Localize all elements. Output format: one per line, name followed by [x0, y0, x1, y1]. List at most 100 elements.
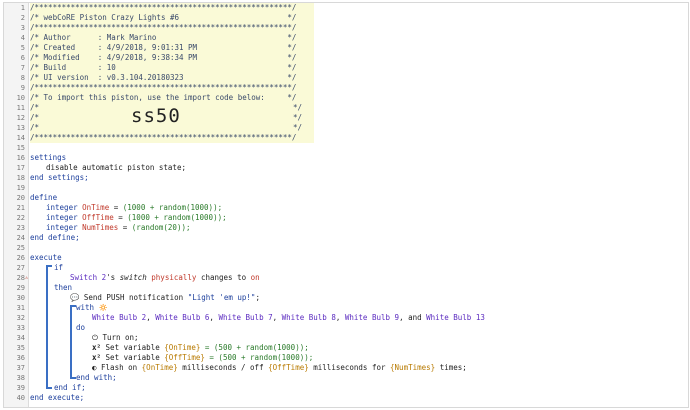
line-number: 28 [16, 274, 25, 282]
light-bulb-icon: 🔅 [98, 303, 108, 312]
code-area: /***************************************… [30, 3, 688, 407]
condition-attribute: switch [119, 273, 147, 282]
line-number: 16 [16, 154, 25, 162]
line-number: 3 [20, 24, 25, 32]
set-variable-ontime-statement[interactable]: x² Set variable {OnTime} = (500 + random… [92, 343, 309, 353]
comment-blank-left: /* [30, 103, 40, 112]
comment-rule: /***************************************… [30, 23, 297, 32]
push-text: Send PUSH notification [83, 293, 188, 302]
if-block-bracket [46, 265, 48, 389]
define-var-offtime[interactable]: integer OffTime = (1000 + random(1000)); [46, 213, 227, 223]
settings-keyword[interactable]: settings [30, 153, 66, 163]
comment-rule: /***************************************… [30, 83, 297, 92]
line-number: 15 [16, 144, 25, 152]
line-number: 20 [16, 194, 25, 202]
line-number: 13 [16, 124, 25, 132]
condition-physical: physically [151, 273, 197, 282]
settings-body[interactable]: disable automatic piston state; [46, 163, 186, 173]
set-variable-name: {OnTime} [164, 343, 201, 352]
comment-author: /* Author : Mark Marino */ [30, 33, 297, 42]
set-variable-value: = (500 + random(1000)); [200, 343, 309, 352]
define-var-ontime[interactable]: integer OnTime = (1000 + random(1000)); [46, 203, 222, 213]
line-number: 14 [16, 134, 25, 142]
condition-possessive: 's [106, 273, 120, 282]
line-number: 18 [16, 174, 25, 182]
line-number: 19 [16, 184, 25, 192]
flash-text: milliseconds for [308, 363, 391, 372]
line-number: 1 [20, 4, 25, 12]
line-number: 24 [16, 234, 25, 242]
device-separator: , and [399, 313, 427, 322]
device-separator: , [146, 313, 156, 322]
line-number: 27 [16, 264, 25, 272]
comment-ui-version: /* UI version : v0.3.104.20180323 */ [30, 73, 297, 82]
comment-build: /* Build : 10 */ [30, 63, 297, 72]
push-message: "Light 'em up!" [187, 293, 256, 302]
code-editor: 1 2 3 4 5 6 7 8 9 10 11 12 13 14 15 16 17 18 19 20 21 22 23 24 2… [3, 2, 689, 408]
flash-times-var: {NumTimes} [390, 363, 436, 372]
set-variable-offtime-statement[interactable]: x² Set variable {OffTime} = (500 + rando… [92, 353, 313, 363]
variable-icon: x² [92, 353, 102, 362]
device-name[interactable]: White Bulb 9 [345, 313, 399, 322]
set-variable-text: Set variable [105, 353, 165, 362]
variable-icon: x² [92, 343, 102, 352]
var-value: (1000 + random(1000)); [122, 203, 223, 212]
line-number: 8 [20, 74, 25, 82]
import-code[interactable]: ss50 [131, 105, 181, 127]
device-name[interactable]: White Bulb 7 [218, 313, 272, 322]
var-type: integer [46, 213, 78, 222]
device-name[interactable]: White Bulb 8 [282, 313, 336, 322]
error-marker-icon[interactable]: ⚠ [25, 273, 29, 283]
line-number: 21 [16, 204, 25, 212]
var-name: NumTimes [82, 223, 119, 232]
end-with-keyword[interactable]: end with; [76, 373, 117, 383]
push-notification-statement[interactable]: 💬 Send PUSH notification "Light 'em up!"… [70, 293, 260, 303]
with-statement[interactable]: with 🔅 [76, 303, 108, 313]
turn-on-text: Turn on; [102, 333, 139, 342]
comment-blank-right: */ [293, 113, 303, 122]
device-separator: , [272, 313, 282, 322]
device-name[interactable]: White Bulb 6 [155, 313, 209, 322]
turn-on-statement[interactable]: ⏻ Turn on; [92, 333, 139, 343]
comment-title: /* webCoRE Piston Crazy Lights #6 */ [30, 13, 297, 22]
var-type: integer [46, 223, 78, 232]
end-if-keyword[interactable]: end if; [54, 383, 86, 393]
end-define-keyword[interactable]: end define; [30, 233, 80, 243]
line-number: 25 [16, 244, 25, 252]
var-name: OnTime [82, 203, 110, 212]
line-number: 29 [16, 284, 25, 292]
define-var-numtimes[interactable]: integer NumTimes = (random(20)); [46, 223, 191, 233]
line-number: 9 [20, 84, 25, 92]
line-number: 30 [16, 294, 25, 302]
line-number: 32 [16, 314, 25, 322]
comment-rule-top: /***************************************… [30, 3, 297, 12]
device-list[interactable]: White Bulb 2, White Bulb 6, White Bulb 7… [92, 313, 485, 323]
if-keyword[interactable]: if [54, 263, 63, 273]
line-number: 10 [16, 94, 25, 102]
line-number: 35 [16, 344, 25, 352]
flash-icon: ◐ [92, 363, 97, 372]
end-settings-keyword[interactable]: end settings; [30, 173, 89, 183]
line-number: 6 [20, 54, 25, 62]
if-bracket-bottom [46, 387, 52, 389]
line-number: 4 [20, 34, 25, 42]
line-number: 40 [16, 394, 25, 402]
define-keyword[interactable]: define [30, 193, 57, 203]
if-condition[interactable]: Switch 2's switch physically changes to … [70, 273, 260, 283]
var-value: (1000 + random(1000)); [127, 213, 227, 222]
var-value: (random(20)); [131, 223, 191, 232]
set-variable-name: {OffTime} [164, 353, 205, 362]
device-name[interactable]: White Bulb 2 [92, 313, 146, 322]
with-block-bracket [70, 305, 72, 379]
with-keyword: with [76, 303, 95, 312]
set-variable-value: = (500 + random(1000)); [204, 353, 314, 362]
end-execute-keyword[interactable]: end execute; [30, 393, 84, 403]
var-eq: = [113, 213, 128, 222]
execute-keyword[interactable]: execute [30, 253, 62, 263]
do-keyword[interactable]: do [76, 323, 85, 333]
then-keyword[interactable]: then [54, 283, 72, 293]
line-number: 34 [16, 334, 25, 342]
flash-statement[interactable]: ◐ Flash on {OnTime} milliseconds / off {… [92, 363, 467, 373]
flash-text: milliseconds / off [177, 363, 269, 372]
device-name[interactable]: White Bulb 13 [426, 313, 485, 322]
